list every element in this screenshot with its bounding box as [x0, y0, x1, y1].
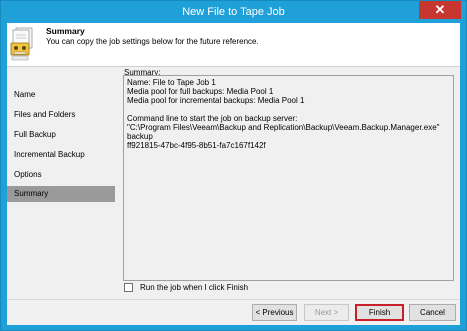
- close-icon: ✕: [434, 2, 446, 17]
- sidebar-item-name[interactable]: Name: [7, 87, 115, 103]
- summary-textbox[interactable]: Name: File to Tape Job 1 Media pool for …: [123, 75, 454, 281]
- window-title: New File to Tape Job: [182, 6, 285, 18]
- title-bar[interactable]: New File to Tape Job ✕: [1, 1, 466, 23]
- summary-panel: Summary: Name: File to Tape Job 1 Media …: [117, 67, 460, 285]
- sidebar-item-files-and-folders[interactable]: Files and Folders: [7, 107, 115, 123]
- sidebar-item-options[interactable]: Options: [7, 167, 115, 183]
- dialog-window: New File to Tape Job ✕ Summary You can c…: [0, 0, 467, 331]
- next-button[interactable]: Next >: [304, 304, 349, 321]
- page-title: Summary: [46, 26, 85, 36]
- run-job-checkbox-label[interactable]: Run the job when I click Finish: [140, 282, 248, 293]
- sidebar-item-incremental-backup[interactable]: Incremental Backup: [7, 147, 115, 163]
- finish-button[interactable]: Finish: [355, 304, 404, 321]
- sidebar-item-full-backup[interactable]: Full Backup: [7, 127, 115, 143]
- cancel-button[interactable]: Cancel: [409, 304, 456, 321]
- previous-button[interactable]: < Previous: [252, 304, 297, 321]
- page-description: You can copy the job settings below for …: [46, 37, 259, 46]
- close-button[interactable]: ✕: [419, 1, 461, 19]
- footer-divider: [7, 299, 460, 300]
- wizard-steps-sidebar: Name Files and Folders Full Backup Incre…: [7, 67, 117, 285]
- dialog-client: Summary You can copy the job settings be…: [7, 23, 460, 325]
- wizard-header: Summary You can copy the job settings be…: [7, 23, 460, 67]
- run-job-checkbox[interactable]: [124, 283, 133, 292]
- tape-job-icon: [10, 27, 33, 61]
- sidebar-item-summary[interactable]: Summary: [7, 186, 115, 202]
